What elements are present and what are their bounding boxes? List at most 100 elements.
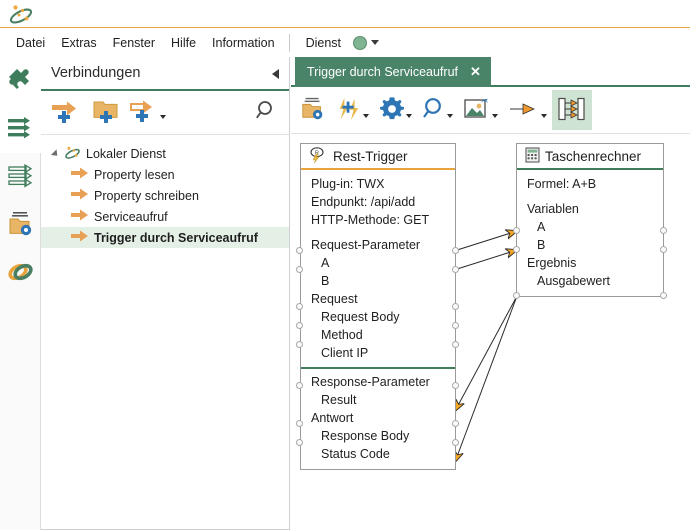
rail-item-settings-folder[interactable] — [0, 201, 41, 249]
port-in-result[interactable] — [296, 382, 303, 389]
search-button[interactable] — [255, 99, 279, 126]
tree-item-serviceaufruf[interactable]: Serviceaufruf — [41, 206, 289, 227]
export-image-button[interactable] — [458, 90, 503, 130]
add-trigger-button[interactable] — [127, 95, 167, 131]
node-row-formel: Formel: A+B — [527, 177, 597, 191]
menu-item-dienst[interactable]: Dienst — [298, 33, 349, 53]
collapse-left-icon[interactable] — [272, 69, 279, 79]
chevron-down-icon[interactable] — [492, 114, 498, 118]
chevron-down-icon[interactable] — [541, 114, 547, 118]
port-out-calc-b[interactable] — [660, 246, 667, 253]
chevron-down-icon[interactable] — [363, 114, 369, 118]
menu-item-datei[interactable]: Datei — [8, 33, 53, 53]
open-folder-settings-button[interactable] — [295, 90, 331, 130]
node-body: Plug-in: TWX Endpunkt: /api/add HTTP-Met… — [301, 170, 455, 469]
node-rest-trigger[interactable]: R Rest-Trigger Plug-in: TWX Endpunkt: /a… — [300, 143, 456, 470]
port-in-calc-ausgabewert[interactable] — [513, 292, 520, 299]
zoom-button[interactable] — [417, 90, 458, 130]
arrow-right-icon — [71, 230, 89, 245]
menu-item-hilfe[interactable]: Hilfe — [163, 33, 204, 53]
port-in-method[interactable] — [296, 322, 303, 329]
port-in-response-body[interactable] — [296, 420, 303, 427]
node-section-divider — [301, 367, 455, 369]
lightning-plus-icon — [336, 95, 362, 126]
port-out-method[interactable] — [452, 322, 459, 329]
outline-arrow-list-icon — [7, 163, 35, 192]
flash-tools-button[interactable] — [331, 90, 374, 130]
expander-icon[interactable] — [49, 148, 61, 160]
port-out-request-body[interactable] — [452, 303, 459, 310]
connection-line-button[interactable] — [503, 90, 552, 130]
tree-item-trigger-durch-serviceaufruf[interactable]: Trigger durch Serviceaufruf — [41, 227, 289, 248]
tree-node-lokaler-dienst[interactable]: Lokaler Dienst — [41, 143, 289, 164]
port-in-calc-b[interactable] — [513, 246, 520, 253]
port-in-client-ip[interactable] — [296, 341, 303, 348]
port-out-response-body[interactable] — [452, 420, 459, 427]
node-group-request-parameter: Request-Parameter — [311, 238, 421, 252]
wire-response-body[interactable] — [455, 295, 518, 462]
port-in-a[interactable] — [296, 247, 303, 254]
port-in-request-body[interactable] — [296, 303, 303, 310]
menu-bar: Datei Extras Fenster Hilfe Information D… — [0, 29, 690, 56]
menu-item-fenster[interactable]: Fenster — [105, 33, 163, 53]
puzzle-piece-icon — [6, 66, 34, 97]
add-folder-button[interactable] — [87, 95, 127, 131]
chevron-down-icon[interactable] — [159, 114, 166, 119]
rail-item-connections[interactable] — [0, 105, 41, 153]
port-in-calc-a[interactable] — [513, 227, 520, 234]
filled-arrow-list-icon — [6, 115, 34, 144]
arrow-right-icon — [71, 167, 89, 182]
configure-button[interactable] — [374, 90, 417, 130]
node-header: R Rest-Trigger — [301, 144, 455, 170]
node-group-antwort: Antwort — [311, 411, 354, 425]
node-group-response-parameter: Response-Parameter — [311, 375, 430, 389]
tree-item-property-schreiben[interactable]: Property schreiben — [41, 185, 289, 206]
node-port-row-status-code: Status Code — [321, 447, 390, 461]
port-out-calc-a[interactable] — [660, 227, 667, 234]
port-out-b[interactable] — [452, 266, 459, 273]
diagram-canvas[interactable]: R Rest-Trigger Plug-in: TWX Endpunkt: /a… — [291, 137, 690, 530]
tab-label: Trigger durch Serviceaufruf — [307, 65, 458, 79]
menu-item-extras[interactable]: Extras — [53, 33, 104, 53]
port-out-status-code[interactable] — [452, 439, 459, 446]
tree-item-label: Trigger durch Serviceaufruf — [94, 230, 258, 245]
linked-rings-icon — [7, 259, 35, 288]
show-connections-button[interactable] — [552, 90, 592, 130]
panel-title: Verbindungen — [51, 65, 141, 81]
connections-tree: Lokaler Dienst Property lesen Property s… — [41, 135, 289, 248]
rail-item-services[interactable] — [0, 153, 41, 201]
port-out-result[interactable] — [452, 382, 459, 389]
tree-item-label: Property schreiben — [94, 188, 199, 203]
node-header: Taschenrechner — [517, 144, 663, 170]
search-icon — [422, 96, 446, 125]
node-port-row-a: A — [537, 220, 546, 234]
wire-result[interactable] — [455, 295, 518, 411]
tab-strip: Trigger durch Serviceaufruf ✕ — [291, 57, 690, 87]
rail-item-plugins[interactable] — [0, 57, 41, 105]
rail-item-links[interactable] — [0, 249, 41, 297]
node-taschenrechner[interactable]: Taschenrechner Formel: A+B Variablen A B… — [516, 143, 664, 297]
port-in-b[interactable] — [296, 266, 303, 273]
port-in-status-code[interactable] — [296, 439, 303, 446]
wire-b[interactable] — [453, 250, 517, 271]
tree-item-property-lesen[interactable]: Property lesen — [41, 164, 289, 185]
connections-panel-icon — [557, 96, 587, 125]
port-out-a[interactable] — [452, 247, 459, 254]
close-icon[interactable]: ✕ — [470, 64, 481, 80]
folder-gear-icon — [300, 95, 326, 126]
add-connection-button[interactable] — [47, 95, 87, 131]
service-menu[interactable]: Dienst — [296, 33, 379, 53]
port-out-client-ip[interactable] — [452, 341, 459, 348]
orbit-logo-icon — [8, 3, 34, 25]
menu-item-information[interactable]: Information — [204, 33, 283, 53]
chevron-down-icon[interactable] — [447, 114, 453, 118]
caret-down-icon[interactable] — [371, 40, 379, 45]
port-out-calc-ausgabewert[interactable] — [660, 292, 667, 299]
node-port-row-response-body: Response Body — [321, 429, 410, 443]
chevron-down-icon[interactable] — [406, 114, 412, 118]
wire-a[interactable] — [453, 231, 517, 252]
service-status-indicator — [353, 35, 367, 50]
tab-trigger-durch-serviceaufruf[interactable]: Trigger durch Serviceaufruf ✕ — [295, 57, 491, 87]
node-group-request: Request — [311, 292, 358, 306]
search-icon — [255, 101, 279, 126]
